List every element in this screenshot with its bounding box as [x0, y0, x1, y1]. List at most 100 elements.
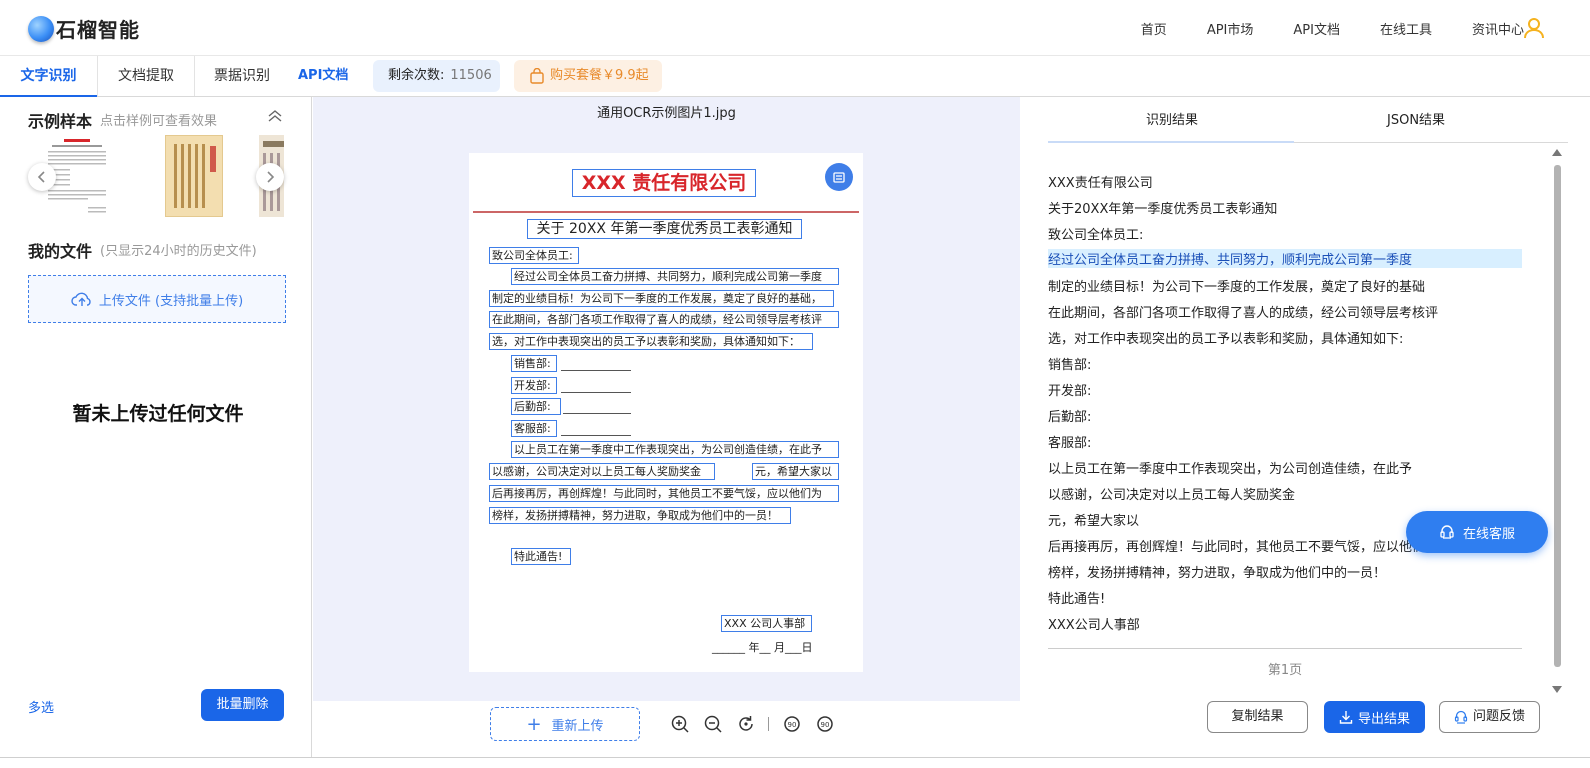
result-line[interactable]: 客服部:: [1048, 432, 1091, 451]
tab-document-extraction[interactable]: 文档提取: [98, 56, 194, 97]
multi-select-link[interactable]: 多选: [28, 697, 54, 716]
preview-toolbar: + 重新上传 90 90: [313, 701, 1020, 757]
doc-line-box[interactable]: 经过公司全体员工奋力拼搏、共同努力，顺利完成公司第一季度: [511, 268, 839, 285]
result-line[interactable]: 以上员工在第一季度中工作表现突出，为公司创造佳绩，在此予: [1048, 458, 1412, 477]
doc-line-box[interactable]: 在此期间，各部门各项工作取得了喜人的成绩，经公司领导层考核评: [489, 311, 839, 328]
nav-home[interactable]: 首页: [1141, 19, 1167, 38]
collapse-up-icon[interactable]: [266, 109, 284, 123]
carousel-next-button[interactable]: [256, 163, 284, 191]
download-icon: [1339, 711, 1353, 724]
active-tab-indicator: [1048, 141, 1294, 143]
result-line[interactable]: 关于20XX年第一季度优秀员工表彰通知: [1048, 198, 1277, 217]
blank-underline: [561, 370, 631, 371]
doc-line-box[interactable]: 后勤部:: [511, 398, 561, 415]
scroll-down-arrow-icon[interactable]: [1552, 686, 1562, 693]
tab-text-recognition[interactable]: 文字识别: [0, 56, 97, 97]
brand-name: 石榴智能: [56, 18, 140, 42]
window-bottom-edge: [0, 757, 1590, 768]
remaining-label: 剩余次数:: [388, 68, 445, 83]
result-line[interactable]: 特此通告!: [1048, 588, 1105, 607]
doc-line-box[interactable]: 以上员工在第一季度中工作表现突出，为公司创造佳绩，在此予: [511, 441, 839, 458]
result-line[interactable]: XXX公司人事部: [1048, 614, 1140, 633]
result-panel: 识别结果 JSON结果 XXX责任有限公司 关于20XX年第一季度优秀员工表彰通…: [1021, 97, 1590, 757]
user-icon[interactable]: [1522, 16, 1546, 40]
tab-invoice-recognition[interactable]: 票据识别: [195, 56, 289, 97]
doc-line-box[interactable]: 制定的业绩目标！为公司下一季度的工作发展，奠定了良好的基础，: [489, 290, 834, 307]
image-preview-panel: 通用OCR示例图片1.jpg XXX 责任有限公司 关于 20XX 年第一季度优…: [313, 97, 1020, 757]
buy-package-button[interactable]: 购买套餐￥9.9起: [514, 60, 662, 92]
doc-line-box[interactable]: 特此通告!: [511, 548, 571, 565]
doc-date-line: ______ 年__ 月___日: [712, 641, 813, 654]
result-line[interactable]: 元，希望大家以: [1048, 510, 1139, 529]
result-line-highlighted[interactable]: 经过公司全体员工奋力拼搏、共同努力，顺利完成公司第一季度: [1048, 249, 1522, 268]
rotate-right-icon[interactable]: 90: [815, 714, 835, 734]
result-line[interactable]: 销售部:: [1048, 354, 1091, 373]
doc-line-box[interactable]: 选，对工作中表现突出的员工予以表彰和奖励，具体通知如下：: [489, 333, 813, 350]
chevron-right-icon: [267, 171, 275, 183]
scan-icon: [833, 172, 845, 183]
copy-result-button[interactable]: 复制结果: [1207, 701, 1308, 733]
reupload-button[interactable]: + 重新上传: [490, 707, 640, 741]
buy-package-label: 购买套餐￥9.9起: [550, 68, 649, 83]
chevron-left-icon: [37, 171, 45, 183]
nav-online-tools[interactable]: 在线工具: [1380, 19, 1432, 38]
api-docs-link[interactable]: API文档: [298, 56, 348, 96]
feedback-button[interactable]: 问题反馈: [1439, 701, 1540, 733]
doc-action-button[interactable]: [825, 163, 853, 191]
export-result-label: 导出结果: [1357, 711, 1410, 727]
doc-line-box[interactable]: 以感谢，公司决定对以上员工每人奖励奖金: [489, 463, 715, 480]
result-line[interactable]: 开发部:: [1048, 380, 1091, 399]
doc-line-box[interactable]: 榜样，发扬拼搏精神，努力进取，争取成为他们中的一员！: [489, 507, 791, 524]
result-line[interactable]: 选，对工作中表现突出的员工予以表彰和奖励，具体通知如下:: [1048, 328, 1403, 347]
doc-line-box[interactable]: 元，希望大家以: [752, 463, 839, 480]
tab-recognition-result[interactable]: 识别结果: [1146, 109, 1198, 128]
result-line[interactable]: 以感谢，公司决定对以上员工每人奖励奖金: [1048, 484, 1295, 503]
batch-delete-button[interactable]: 批量删除: [201, 689, 284, 721]
nav-news[interactable]: 资讯中心: [1472, 19, 1524, 38]
nav-api-docs[interactable]: API文档: [1293, 19, 1340, 38]
doc-line-box[interactable]: 开发部:: [511, 377, 557, 394]
doc-title-box[interactable]: XXX 责任有限公司: [572, 169, 756, 197]
online-service-label: 在线客服: [1462, 526, 1515, 542]
result-line[interactable]: 致公司全体员工:: [1048, 224, 1143, 243]
doc-subtitle-box[interactable]: 关于 20XX 年第一季度优秀员工表彰通知: [527, 219, 802, 239]
current-file-name: 通用OCR示例图片1.jpg: [597, 106, 736, 121]
blank-underline: [563, 413, 631, 414]
result-line[interactable]: 榜样，发扬拼搏精神，努力进取，争取成为他们中的一员！: [1048, 562, 1386, 581]
page-divider: [1048, 648, 1522, 649]
samples-title: 示例样本: [28, 112, 93, 131]
online-service-button[interactable]: 在线客服: [1406, 511, 1548, 553]
result-line[interactable]: 后再接再厉，再创辉煌！与此同时，其他员工不要气馁，应以他们: [1048, 536, 1425, 555]
result-line[interactable]: XXX责任有限公司: [1048, 172, 1153, 191]
doc-line-box[interactable]: 致公司全体员工:: [489, 247, 579, 264]
result-line[interactable]: 制定的业绩目标！为公司下一季度的工作发展，奠定了良好的基础: [1048, 276, 1425, 295]
main-nav: 首页 API市场 API文档 在线工具 资讯中心: [1141, 0, 1524, 56]
doc-line-box[interactable]: 后再接再厉，再创辉煌！与此同时，其他员工不要气馁，应以他们为: [489, 485, 839, 502]
page-number-label: 第1页: [1267, 663, 1303, 678]
tab-json-result[interactable]: JSON结果: [1387, 109, 1445, 128]
samples-hint: 点击样例可查看效果: [100, 114, 218, 129]
upload-file-button[interactable]: 上传文件 (支持批量上传): [28, 275, 286, 323]
rotate-left-icon[interactable]: 90: [782, 714, 802, 734]
logo[interactable]: 石榴智能: [28, 14, 140, 43]
carousel-prev-button[interactable]: [28, 163, 56, 191]
result-line[interactable]: 后勤部:: [1048, 406, 1091, 425]
shopping-bag-icon: [530, 68, 544, 84]
plus-icon: +: [526, 713, 542, 735]
result-line[interactable]: 在此期间，各部门各项工作取得了喜人的成绩，经公司领导层考核评: [1048, 302, 1438, 321]
scroll-up-arrow-icon[interactable]: [1552, 149, 1562, 156]
sample-thumbnail-calligraphy[interactable]: [165, 135, 223, 217]
blank-underline: [561, 435, 631, 436]
zoom-out-icon[interactable]: [703, 714, 723, 734]
svg-text:90: 90: [788, 721, 797, 729]
nav-api-market[interactable]: API市场: [1207, 19, 1254, 38]
pomegranate-logo-icon: [28, 15, 54, 42]
zoom-in-icon[interactable]: [670, 714, 690, 734]
empty-files-message: 暂未上传过任何文件: [72, 403, 244, 425]
result-scrollbar-thumb[interactable]: [1554, 165, 1561, 667]
doc-line-box[interactable]: 销售部:: [511, 355, 557, 372]
doc-line-box[interactable]: 客服部:: [511, 420, 557, 437]
doc-line-box[interactable]: XXX 公司人事部: [721, 615, 812, 632]
reset-view-icon[interactable]: [736, 714, 756, 734]
export-result-button[interactable]: 导出结果: [1324, 701, 1425, 733]
